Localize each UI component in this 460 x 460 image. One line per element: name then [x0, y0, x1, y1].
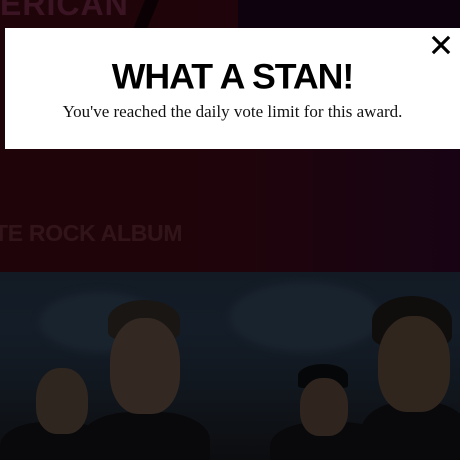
- close-button[interactable]: [430, 34, 452, 56]
- vote-limit-modal: WHAT A STAN! You've reached the daily vo…: [5, 28, 460, 149]
- close-icon[interactable]: [430, 34, 452, 56]
- modal-message: You've reached the daily vote limit for …: [62, 102, 403, 121]
- modal-title: WHAT A STAN!: [111, 57, 355, 97]
